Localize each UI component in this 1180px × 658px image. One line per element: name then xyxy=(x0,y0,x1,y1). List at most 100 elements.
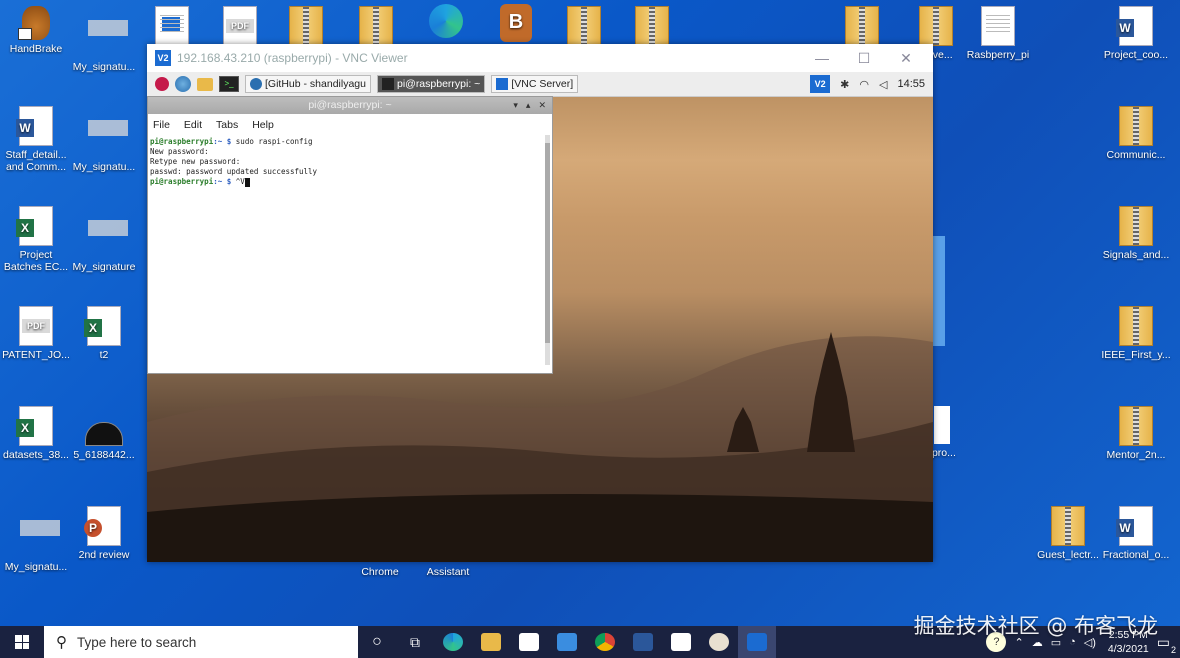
menu-edit[interactable]: Edit xyxy=(184,119,202,131)
desktop-icon-mentor[interactable]: Mentor_2n... xyxy=(1100,406,1172,461)
desktop-icon-datasets[interactable]: X datasets_38... xyxy=(0,406,72,461)
desktop-icon-label: Chrome xyxy=(361,566,399,578)
desktop-icon-doc-top-3[interactable] xyxy=(616,6,688,49)
desktop-icon-handbrake[interactable]: HandBrake xyxy=(0,6,72,55)
desktop-icon-fractional[interactable]: W Fractional_o... xyxy=(1100,506,1172,561)
wifi-icon[interactable]: ◠ xyxy=(859,78,869,91)
vnc-viewer-window[interactable]: V2 192.168.43.210 (raspberrypi) - VNC Vi… xyxy=(147,44,933,562)
desktop-icon-label: Project_coo... xyxy=(1103,49,1169,61)
desktop-icon-label: HandBrake xyxy=(9,43,63,55)
desktop-icon-folder-top[interactable] xyxy=(270,6,342,49)
desktop-icon-edge[interactable] xyxy=(410,4,482,41)
remote-desktop-view[interactable]: >_ [GitHub - shandilyagu pi@raspberrypi:… xyxy=(147,72,933,562)
cortana-button[interactable]: ○ xyxy=(358,626,396,658)
notification-center-button[interactable]: ▭ 2 xyxy=(1157,634,1176,655)
terminal-launcher-icon[interactable]: >_ xyxy=(219,76,239,92)
desktop-icon-t2[interactable]: X t2 xyxy=(68,306,140,361)
taskbar-mail[interactable] xyxy=(548,626,586,658)
terminal-menu-bar: File Edit Tabs Help xyxy=(148,116,552,134)
task-github[interactable]: [GitHub - shandilyagu xyxy=(245,75,371,93)
desktop-icon-signals-and[interactable]: Signals_and... xyxy=(1100,206,1172,261)
browser-icon[interactable] xyxy=(175,76,191,92)
desktop-icon-label: My_signature xyxy=(72,261,136,273)
desktop-icon-my-signature-1[interactable]: My_signatu... xyxy=(68,6,140,73)
pdf-file-icon: PDF xyxy=(223,6,257,46)
bluetooth-icon[interactable]: ✱ xyxy=(840,78,849,91)
archive-file-icon xyxy=(1119,106,1153,146)
terminal-output[interactable]: pi@raspberrypi:~ $ sudo raspi-config New… xyxy=(148,134,552,190)
taskbar-file-explorer[interactable] xyxy=(472,626,510,658)
desktop-icon-project-coo[interactable]: W Project_coo... xyxy=(1100,6,1172,61)
archive-file-icon xyxy=(1051,506,1085,546)
clock-date: 4/3/2021 xyxy=(1107,643,1149,655)
desktop-icon-ieee[interactable]: IEEE_First_y... xyxy=(1100,306,1172,361)
desktop-icon-raspberry-pi[interactable]: Rasbperry_pi xyxy=(962,6,1034,61)
desktop-icon-pdf-top[interactable]: PDF xyxy=(204,6,276,49)
word-file-icon: W xyxy=(16,106,53,146)
terminal-scrollbar[interactable] xyxy=(545,135,550,365)
taskbar-paint[interactable] xyxy=(700,626,738,658)
taskbar-app-doc[interactable] xyxy=(662,626,700,658)
menu-help[interactable]: Help xyxy=(252,119,274,131)
vnc-title-bar[interactable]: V2 192.168.43.210 (raspberrypi) - VNC Vi… xyxy=(147,44,933,72)
task-view-button[interactable]: ⧉ xyxy=(396,626,434,658)
desktop-icon-communic[interactable]: Communic... xyxy=(1100,106,1172,161)
taskbar-vnc-viewer[interactable] xyxy=(738,626,776,658)
desktop-icon-bitrix[interactable]: B xyxy=(480,4,552,45)
vnc-tray-icon[interactable]: V2 xyxy=(810,75,831,93)
maximize-button[interactable]: ☐ xyxy=(843,44,885,72)
desktop-icon-video[interactable] xyxy=(136,6,208,49)
terminal-maximize-icon[interactable]: ▴ xyxy=(526,97,531,114)
desktop-icon-label: t2 xyxy=(99,349,109,361)
desktop-icon-pdf-top-2[interactable] xyxy=(826,6,898,49)
excel-file-icon: X xyxy=(84,306,121,346)
volume-icon[interactable]: ◁ xyxy=(879,78,887,91)
taskbar-store[interactable] xyxy=(510,626,548,658)
menu-file[interactable]: File xyxy=(153,119,170,131)
desktop-icon-doc-top-2[interactable] xyxy=(548,6,620,49)
desktop-icon-label: Mentor_2n... xyxy=(1106,449,1166,461)
taskbar-word[interactable] xyxy=(624,626,662,658)
minimize-button[interactable]: — xyxy=(801,44,843,72)
edge-icon xyxy=(443,633,463,651)
archive-file-icon xyxy=(567,6,601,46)
desktop-icon-chrome-label[interactable]: Chrome xyxy=(344,566,416,578)
desktop-icon-my-signature-4[interactable]: My_signatu... xyxy=(0,506,72,573)
terminal-window[interactable]: pi@raspberrypi: ~ ▾ ▴ ✕ File Edit Tabs H… xyxy=(147,96,553,374)
task-terminal[interactable]: pi@raspberrypi: ~ xyxy=(376,75,486,93)
close-button[interactable]: ✕ xyxy=(885,44,927,72)
desktop-icon-label: 2nd review xyxy=(78,549,130,561)
terminal-minimize-icon[interactable]: ▾ xyxy=(513,97,518,114)
desktop-icon-project-batches[interactable]: X Project Batches EC... xyxy=(0,206,72,273)
taskbar-search-box[interactable]: ⚲ Type here to search xyxy=(44,626,358,658)
store-bag-icon xyxy=(519,633,539,651)
desktop-icon-staff-detail[interactable]: W Staff_detail... and Comm... xyxy=(0,106,72,173)
pdf-file-icon: PDF xyxy=(19,306,53,346)
task-label: pi@raspberrypi: ~ xyxy=(396,78,481,90)
taskbar-chrome[interactable] xyxy=(586,626,624,658)
archive-file-icon xyxy=(1119,206,1153,246)
desktop-icon-photo[interactable]: 5_6188442... xyxy=(68,406,140,461)
task-label: [GitHub - shandilyagu xyxy=(265,78,366,90)
start-button[interactable] xyxy=(0,626,44,658)
task-vnc-server[interactable]: [VNC Server] xyxy=(491,75,579,93)
desktop-icon-assistant-label[interactable]: Assistant xyxy=(412,566,484,578)
edge-browser-icon xyxy=(429,4,463,38)
desktop-icon-my-signature-2[interactable]: My_signatu... xyxy=(68,106,140,173)
document-file-icon xyxy=(934,406,950,444)
taskbar-edge[interactable] xyxy=(434,626,472,658)
text-cursor xyxy=(244,177,250,187)
archive-file-icon xyxy=(635,6,669,46)
menu-tabs[interactable]: Tabs xyxy=(216,119,238,131)
raspberry-menu-icon[interactable] xyxy=(155,77,169,91)
file-manager-icon[interactable] xyxy=(197,77,213,91)
desktop-icon-guest-lectr[interactable]: Guest_lectr... xyxy=(1032,506,1104,561)
desktop-icon-2nd-review[interactable]: P 2nd review xyxy=(68,506,140,561)
desktop-icon-label: Communic... xyxy=(1106,149,1166,161)
desktop-icon-label: Staff_detail... and Comm... xyxy=(5,149,67,173)
desktop-icon-patent[interactable]: PDF PATENT_JO... xyxy=(0,306,72,361)
desktop-icon-doc-top-1[interactable] xyxy=(340,6,412,49)
terminal-close-icon[interactable]: ✕ xyxy=(538,97,546,114)
desktop-icon-my-signature-3[interactable]: My_signature xyxy=(68,206,140,273)
terminal-title-bar[interactable]: pi@raspberrypi: ~ ▾ ▴ ✕ xyxy=(148,97,552,114)
